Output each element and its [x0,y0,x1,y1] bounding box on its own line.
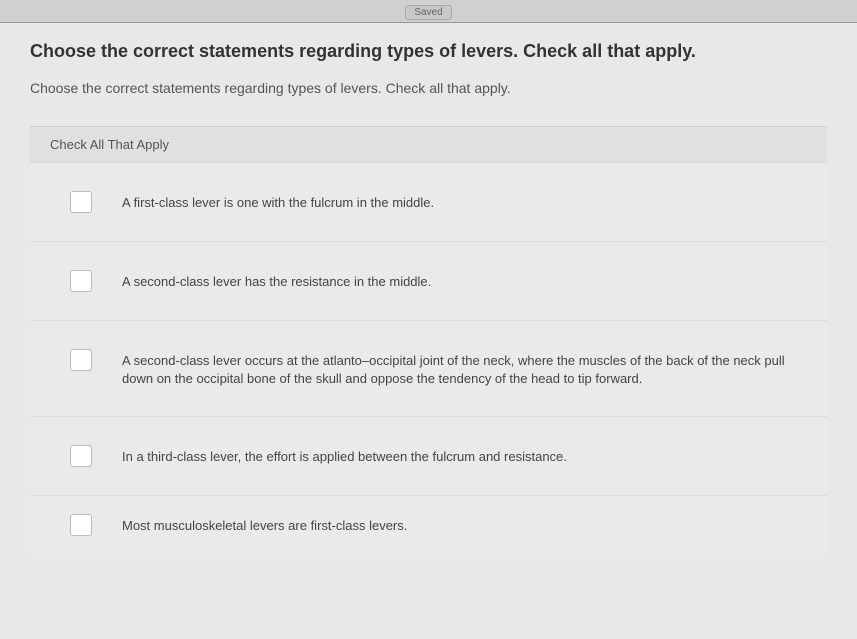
option-text: Most musculoskeletal levers are first-cl… [122,514,407,535]
option-text: A second-class lever occurs at the atlan… [122,349,787,388]
option-row: A second-class lever occurs at the atlan… [30,321,827,417]
check-all-label: Check All That Apply [30,126,827,162]
saved-badge: Saved [405,5,451,20]
option-row: In a third-class lever, the effort is ap… [30,417,827,496]
option-text: In a third-class lever, the effort is ap… [122,445,567,466]
option-row: A first-class lever is one with the fulc… [30,163,827,242]
option-text: A second-class lever has the resistance … [122,270,431,291]
option-checkbox-2[interactable] [70,270,92,292]
option-text: A first-class lever is one with the fulc… [122,191,434,212]
option-checkbox-1[interactable] [70,191,92,213]
option-checkbox-3[interactable] [70,349,92,371]
question-heading: Choose the correct statements regarding … [30,41,827,62]
question-subheading: Choose the correct statements regarding … [30,80,827,96]
top-bar: Saved [0,0,857,23]
option-checkbox-4[interactable] [70,445,92,467]
question-content: Choose the correct statements regarding … [0,23,857,554]
option-row: A second-class lever has the resistance … [30,242,827,321]
options-container: A first-class lever is one with the fulc… [30,162,827,554]
option-checkbox-5[interactable] [70,514,92,536]
option-row: Most musculoskeletal levers are first-cl… [30,496,827,554]
